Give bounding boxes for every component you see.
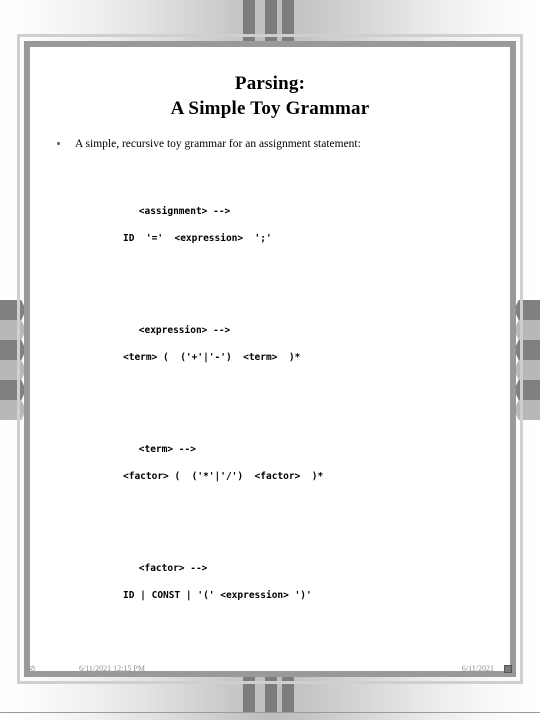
grammar-rule-lhs: <factor> --> [138, 563, 208, 574]
grammar-rule-rhs: <term> ( ('+'|'-') <term> )* [123, 352, 301, 363]
grammar-rule: <term> --> <factor> ( ('*'|'/') <factor>… [93, 430, 510, 511]
footer-date-right: 6/11/2021 [461, 664, 494, 673]
title-line-1: Parsing: [234, 73, 306, 94]
slide-number: 38 [27, 664, 35, 673]
slide-footer: 38 6/11/2021 12:15 PM 6/11/2021 [24, 663, 516, 679]
grammar-rule-lhs: <expression> --> [138, 325, 231, 336]
grammar-rule-rhs: ID '=' <expression> ';' [123, 233, 272, 244]
grammar-rule: <factor> --> ID | CONST | '(' <expressio… [93, 549, 510, 630]
intro-bullet-list: A simple, recursive toy grammar for an a… [47, 137, 510, 152]
grammar-rule-rhs: <factor> ( ('*'|'/') <factor> )* [123, 471, 324, 482]
page-title: Parsing: A Simple Toy Grammar [30, 71, 510, 121]
footer-date-left: 6/11/2021 12:15 PM [79, 664, 145, 673]
grammar-rule-lhs: <term> --> [138, 444, 196, 455]
bullet-dot-icon [57, 142, 60, 145]
grammar-rule-rhs: ID | CONST | '(' <expression> ')' [123, 590, 312, 601]
intro-bullet-text: A simple, recursive toy grammar for an a… [75, 138, 361, 150]
bottom-divider [0, 712, 540, 713]
slide-canvas: Parsing: A Simple Toy Grammar A simple, … [0, 0, 540, 720]
grammar-rule: <expression> --> <term> ( ('+'|'-') <ter… [93, 311, 510, 392]
title-line-2: A Simple Toy Grammar [170, 98, 370, 119]
grammar-code-block: <assignment> --> ID '=' <expression> ';'… [93, 165, 510, 655]
slide-content-area: Parsing: A Simple Toy Grammar A simple, … [30, 47, 510, 654]
list-item: A simple, recursive toy grammar for an a… [47, 137, 510, 152]
footer-marker-icon [504, 665, 512, 673]
grammar-rule-lhs: <assignment> --> [138, 206, 231, 217]
grammar-rule: <assignment> --> ID '=' <expression> ';' [93, 192, 510, 273]
